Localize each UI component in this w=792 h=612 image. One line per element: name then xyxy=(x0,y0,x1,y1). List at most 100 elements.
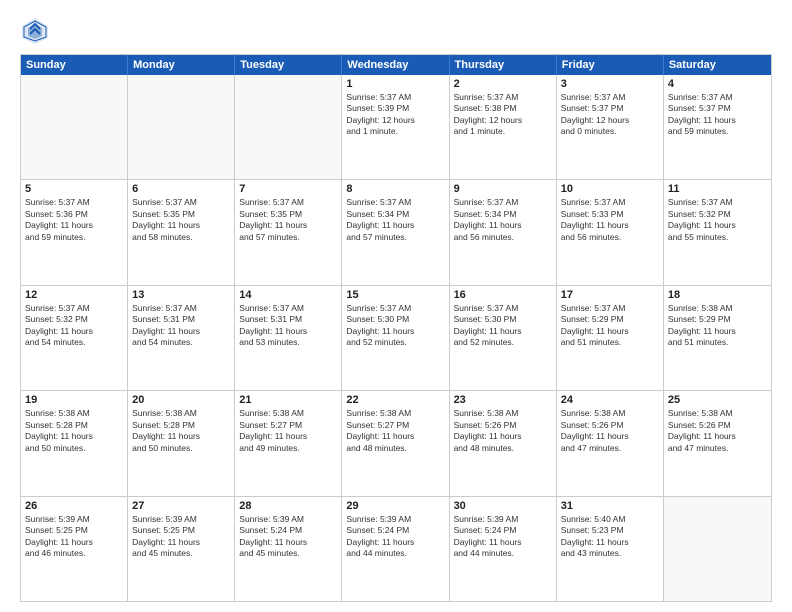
calendar-cell: 31 Sunrise: 5:40 AMSunset: 5:23 PMDayligh… xyxy=(557,497,664,601)
day-number: 9 xyxy=(454,183,552,195)
calendar-cell: 13 Sunrise: 5:37 AMSunset: 5:31 PMDayligh… xyxy=(128,286,235,390)
day-number: 17 xyxy=(561,289,659,301)
cell-info: Sunrise: 5:39 AMSunset: 5:25 PMDaylight:… xyxy=(132,514,230,560)
calendar-cell: 7 Sunrise: 5:37 AMSunset: 5:35 PMDaylight… xyxy=(235,180,342,284)
calendar-cell: 5Sunrise: 5:37 AMSunset: 5:36 PMDaylight… xyxy=(21,180,128,284)
cell-info: Sunrise: 5:40 AMSunset: 5:23 PMDaylight:… xyxy=(561,514,659,560)
calendar-cell: 4 Sunrise: 5:37 AMSunset: 5:37 PMDaylight… xyxy=(664,75,771,179)
calendar: SundayMondayTuesdayWednesdayThursdayFrid… xyxy=(20,54,772,602)
calendar-cell xyxy=(128,75,235,179)
day-number: 6 xyxy=(132,183,230,195)
cell-info: Sunrise: 5:37 AMSunset: 5:29 PMDaylight:… xyxy=(561,303,659,349)
cell-info: Sunrise: 5:39 AMSunset: 5:25 PMDaylight:… xyxy=(25,514,123,560)
day-number: 18 xyxy=(668,289,767,301)
calendar-cell: 24 Sunrise: 5:38 AMSunset: 5:26 PMDayligh… xyxy=(557,391,664,495)
day-number: 3 xyxy=(561,78,659,90)
header-day-saturday: Saturday xyxy=(664,55,771,75)
cell-info: Sunrise: 5:38 AMSunset: 5:26 PMDaylight:… xyxy=(561,408,659,454)
cell-info: Sunrise: 5:37 AMSunset: 5:35 PMDaylight:… xyxy=(132,197,230,243)
header xyxy=(20,16,772,46)
week-row-2: 5Sunrise: 5:37 AMSunset: 5:36 PMDaylight… xyxy=(21,180,771,285)
cell-info: Sunrise: 5:38 AMSunset: 5:28 PMDaylight:… xyxy=(25,408,123,454)
header-day-sunday: Sunday xyxy=(21,55,128,75)
calendar-header: SundayMondayTuesdayWednesdayThursdayFrid… xyxy=(21,55,771,75)
day-number: 20 xyxy=(132,394,230,406)
calendar-cell: 17 Sunrise: 5:37 AMSunset: 5:29 PMDayligh… xyxy=(557,286,664,390)
day-number: 14 xyxy=(239,289,337,301)
calendar-cell: 30 Sunrise: 5:39 AMSunset: 5:24 PMDayligh… xyxy=(450,497,557,601)
cell-info: Sunrise: 5:37 AMSunset: 5:33 PMDaylight:… xyxy=(561,197,659,243)
week-row-1: 1Sunrise: 5:37 AMSunset: 5:39 PMDaylight… xyxy=(21,75,771,180)
cell-info: Sunrise: 5:39 AMSunset: 5:24 PMDaylight:… xyxy=(239,514,337,560)
calendar-cell xyxy=(664,497,771,601)
calendar-cell: 11 Sunrise: 5:37 AMSunset: 5:32 PMDayligh… xyxy=(664,180,771,284)
day-number: 22 xyxy=(346,394,444,406)
calendar-cell: 1Sunrise: 5:37 AMSunset: 5:39 PMDaylight… xyxy=(342,75,449,179)
calendar-cell: 18 Sunrise: 5:38 AMSunset: 5:29 PMDayligh… xyxy=(664,286,771,390)
page: SundayMondayTuesdayWednesdayThursdayFrid… xyxy=(0,0,792,612)
cell-info: Sunrise: 5:38 AMSunset: 5:27 PMDaylight:… xyxy=(239,408,337,454)
day-number: 7 xyxy=(239,183,337,195)
cell-info: Sunrise: 5:37 AMSunset: 5:37 PMDaylight:… xyxy=(668,92,767,138)
day-number: 30 xyxy=(454,500,552,512)
cell-info: Sunrise: 5:38 AMSunset: 5:26 PMDaylight:… xyxy=(454,408,552,454)
day-number: 19 xyxy=(25,394,123,406)
calendar-cell: 10Sunrise: 5:37 AMSunset: 5:33 PMDayligh… xyxy=(557,180,664,284)
calendar-cell: 2Sunrise: 5:37 AMSunset: 5:38 PMDaylight… xyxy=(450,75,557,179)
day-number: 23 xyxy=(454,394,552,406)
calendar-cell: 28 Sunrise: 5:39 AMSunset: 5:24 PMDayligh… xyxy=(235,497,342,601)
cell-info: Sunrise: 5:37 AMSunset: 5:32 PMDaylight:… xyxy=(25,303,123,349)
cell-info: Sunrise: 5:37 AMSunset: 5:34 PMDaylight:… xyxy=(346,197,444,243)
calendar-cell: 29 Sunrise: 5:39 AMSunset: 5:24 PMDayligh… xyxy=(342,497,449,601)
header-day-thursday: Thursday xyxy=(450,55,557,75)
header-day-friday: Friday xyxy=(557,55,664,75)
calendar-cell: 3 Sunrise: 5:37 AMSunset: 5:37 PMDaylight… xyxy=(557,75,664,179)
day-number: 29 xyxy=(346,500,444,512)
day-number: 2 xyxy=(454,78,552,90)
day-number: 21 xyxy=(239,394,337,406)
cell-info: Sunrise: 5:37 AMSunset: 5:35 PMDaylight:… xyxy=(239,197,337,243)
calendar-cell: 22 Sunrise: 5:38 AMSunset: 5:27 PMDayligh… xyxy=(342,391,449,495)
day-number: 4 xyxy=(668,78,767,90)
calendar-cell: 26Sunrise: 5:39 AMSunset: 5:25 PMDayligh… xyxy=(21,497,128,601)
day-number: 28 xyxy=(239,500,337,512)
calendar-cell xyxy=(21,75,128,179)
day-number: 27 xyxy=(132,500,230,512)
cell-info: Sunrise: 5:39 AMSunset: 5:24 PMDaylight:… xyxy=(454,514,552,560)
calendar-cell: 20Sunrise: 5:38 AMSunset: 5:28 PMDayligh… xyxy=(128,391,235,495)
day-number: 11 xyxy=(668,183,767,195)
cell-info: Sunrise: 5:38 AMSunset: 5:27 PMDaylight:… xyxy=(346,408,444,454)
calendar-cell: 16Sunrise: 5:37 AMSunset: 5:30 PMDayligh… xyxy=(450,286,557,390)
header-day-tuesday: Tuesday xyxy=(235,55,342,75)
day-number: 24 xyxy=(561,394,659,406)
cell-info: Sunrise: 5:38 AMSunset: 5:26 PMDaylight:… xyxy=(668,408,767,454)
cell-info: Sunrise: 5:37 AMSunset: 5:31 PMDaylight:… xyxy=(239,303,337,349)
cell-info: Sunrise: 5:37 AMSunset: 5:32 PMDaylight:… xyxy=(668,197,767,243)
calendar-cell: 14 Sunrise: 5:37 AMSunset: 5:31 PMDayligh… xyxy=(235,286,342,390)
logo xyxy=(20,16,54,46)
calendar-cell: 8Sunrise: 5:37 AMSunset: 5:34 PMDaylight… xyxy=(342,180,449,284)
calendar-cell: 19 Sunrise: 5:38 AMSunset: 5:28 PMDayligh… xyxy=(21,391,128,495)
day-number: 12 xyxy=(25,289,123,301)
calendar-cell: 12 Sunrise: 5:37 AMSunset: 5:32 PMDayligh… xyxy=(21,286,128,390)
day-number: 1 xyxy=(346,78,444,90)
day-number: 31 xyxy=(561,500,659,512)
cell-info: Sunrise: 5:39 AMSunset: 5:24 PMDaylight:… xyxy=(346,514,444,560)
week-row-4: 19 Sunrise: 5:38 AMSunset: 5:28 PMDayligh… xyxy=(21,391,771,496)
day-number: 13 xyxy=(132,289,230,301)
cell-info: Sunrise: 5:37 AMSunset: 5:34 PMDaylight:… xyxy=(454,197,552,243)
header-day-wednesday: Wednesday xyxy=(342,55,449,75)
calendar-cell: 21 Sunrise: 5:38 AMSunset: 5:27 PMDayligh… xyxy=(235,391,342,495)
cell-info: Sunrise: 5:37 AMSunset: 5:31 PMDaylight:… xyxy=(132,303,230,349)
calendar-cell xyxy=(235,75,342,179)
cell-info: Sunrise: 5:37 AMSunset: 5:37 PMDaylight:… xyxy=(561,92,659,138)
day-number: 5 xyxy=(25,183,123,195)
calendar-cell: 27 Sunrise: 5:39 AMSunset: 5:25 PMDayligh… xyxy=(128,497,235,601)
calendar-cell: 23 Sunrise: 5:38 AMSunset: 5:26 PMDayligh… xyxy=(450,391,557,495)
cell-info: Sunrise: 5:38 AMSunset: 5:29 PMDaylight:… xyxy=(668,303,767,349)
logo-icon xyxy=(20,16,50,46)
week-row-3: 12 Sunrise: 5:37 AMSunset: 5:32 PMDayligh… xyxy=(21,286,771,391)
calendar-cell: 25Sunrise: 5:38 AMSunset: 5:26 PMDayligh… xyxy=(664,391,771,495)
header-day-monday: Monday xyxy=(128,55,235,75)
day-number: 16 xyxy=(454,289,552,301)
